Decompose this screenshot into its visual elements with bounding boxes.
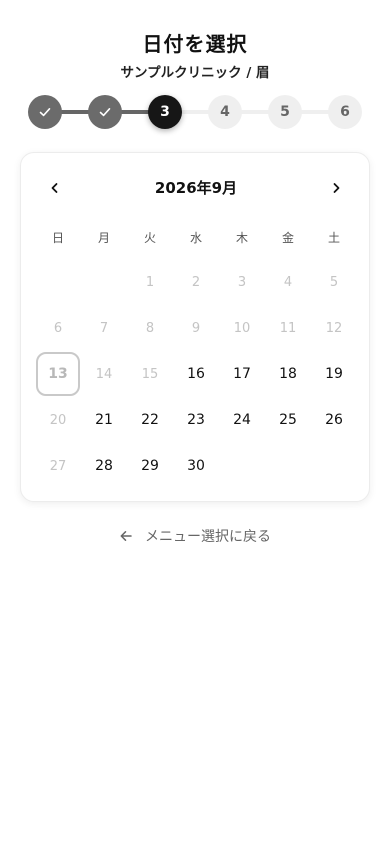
available-day-cell[interactable]: 29 xyxy=(127,443,173,489)
unavailable-day-cell: 5 xyxy=(329,274,339,290)
unavailable-day-cell: 1 xyxy=(145,274,155,290)
available-day-cell[interactable]: 23 xyxy=(173,397,219,443)
next-month-button[interactable] xyxy=(323,175,349,201)
step-5: 5 xyxy=(268,95,302,129)
weekday-header: 日 月 火 水 木 金 土 xyxy=(35,229,357,246)
unavailable-day-cell: 10 xyxy=(233,320,251,336)
empty-day-cell xyxy=(35,259,81,305)
available-day-cell[interactable]: 26 xyxy=(311,397,357,443)
step-1-completed xyxy=(28,95,62,129)
unavailable-day-cell: 7 xyxy=(99,320,109,336)
check-icon xyxy=(99,108,111,117)
unavailable-day-cell: 6 xyxy=(53,320,63,336)
unavailable-day-cell: 27 xyxy=(49,458,67,474)
today-day-number: 13 xyxy=(36,352,80,396)
available-day-cell[interactable]: 16 xyxy=(173,351,219,397)
available-day-cell[interactable]: 19 xyxy=(311,351,357,397)
step-connector xyxy=(118,110,152,114)
step-4: 4 xyxy=(208,95,242,129)
weekday-label: 日 xyxy=(51,231,64,245)
available-day-cell[interactable]: 30 xyxy=(173,443,219,489)
weekday-label: 金 xyxy=(281,231,294,245)
month-label: 2026年9月 xyxy=(154,179,238,197)
calendar-week-row: 27 28 29 30 xyxy=(35,443,357,489)
weekday-label: 土 xyxy=(327,231,340,245)
unavailable-day-cell: 15 xyxy=(141,366,159,382)
unavailable-day-cell: 8 xyxy=(145,320,155,336)
available-day-cell[interactable]: 22 xyxy=(127,397,173,443)
empty-day-cell xyxy=(81,259,127,305)
progress-stepper: 3 4 5 6 xyxy=(28,95,362,129)
unavailable-day-cell: 11 xyxy=(279,320,297,336)
check-icon xyxy=(39,108,51,117)
page-title: 日付を選択 xyxy=(142,32,248,56)
unavailable-day-cell: 9 xyxy=(191,320,201,336)
weekday-label: 月 xyxy=(97,231,110,245)
unavailable-day-cell: 12 xyxy=(325,320,343,336)
available-day-cell[interactable]: 21 xyxy=(81,397,127,443)
step-6: 6 xyxy=(328,95,362,129)
empty-day-cell xyxy=(219,443,265,489)
step-connector xyxy=(298,110,332,114)
calendar-week-row: 1 2 3 4 5 xyxy=(35,259,357,305)
calendar-grid: 1 2 3 4 5 6 7 8 9 10 11 12 13 14 15 16 17 18 19 20 21 22 23 24 2… xyxy=(35,259,357,489)
calendar-week-row: 6 7 8 9 10 11 12 xyxy=(35,305,357,351)
step-connector xyxy=(178,110,212,114)
unavailable-day-cell: 2 xyxy=(191,274,201,290)
back-to-menu-link[interactable]: メニュー選択に戻る xyxy=(0,526,390,546)
available-day-cell[interactable]: 24 xyxy=(219,397,265,443)
weekday-label: 火 xyxy=(143,231,156,245)
calendar-week-row: 13 14 15 16 17 18 19 xyxy=(35,351,357,397)
page-subtitle: サンプルクリニック / 眉 xyxy=(120,65,270,81)
arrow-left-icon xyxy=(120,531,132,541)
unavailable-day-cell: 4 xyxy=(283,274,293,290)
chevron-right-icon xyxy=(333,183,340,193)
available-day-cell[interactable]: 18 xyxy=(265,351,311,397)
back-link-label: メニュー選択に戻る xyxy=(145,529,271,545)
available-day-cell[interactable]: 17 xyxy=(219,351,265,397)
step-connector xyxy=(238,110,272,114)
calendar-card: 2026年9月 日 月 火 水 木 金 土 1 2 3 4 5 6 7 8 9 10 11 12 13 1… xyxy=(20,152,370,502)
available-day-cell[interactable]: 25 xyxy=(265,397,311,443)
weekday-label: 水 xyxy=(189,231,202,245)
empty-day-cell xyxy=(265,443,311,489)
unavailable-day-cell: 3 xyxy=(237,274,247,290)
empty-day-cell xyxy=(311,443,357,489)
calendar-week-row: 20 21 22 23 24 25 26 xyxy=(35,397,357,443)
weekday-label: 木 xyxy=(235,231,248,245)
unavailable-day-cell: 20 xyxy=(49,412,67,428)
today-cell: 13 xyxy=(35,351,81,397)
step-connector xyxy=(58,110,92,114)
unavailable-day-cell: 14 xyxy=(95,366,113,382)
step-3-current: 3 xyxy=(148,95,182,129)
step-2-completed xyxy=(88,95,122,129)
available-day-cell[interactable]: 28 xyxy=(81,443,127,489)
